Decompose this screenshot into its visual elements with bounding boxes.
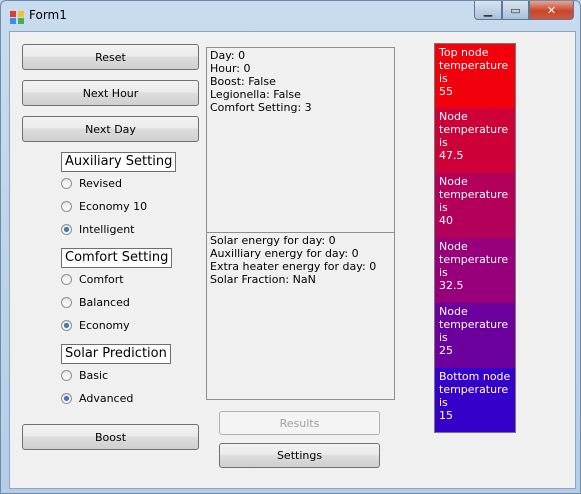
node-label: Bottom node (439, 370, 511, 383)
radio-indicator[interactable] (61, 201, 72, 212)
next-hour-button[interactable]: Next Hour (22, 80, 199, 106)
radio-comfort-economy[interactable]: Economy (61, 319, 130, 332)
node-label: Node (439, 175, 468, 188)
node-label: temperature is (439, 318, 509, 344)
node-label: temperature is (439, 59, 509, 85)
node-temperature: 32.5 (439, 279, 464, 292)
radio-label: Revised (79, 177, 122, 190)
node-label: Node (439, 240, 468, 253)
title-bar[interactable]: Form1 ▁ ▭ ✕ (1, 1, 580, 31)
radio-label: Intelligent (79, 223, 135, 236)
node-label: Top node (439, 46, 489, 59)
radio-auxiliary-intelligent[interactable]: Intelligent (61, 223, 135, 236)
energy-extra-heater: Extra heater energy for day: 0 (210, 260, 377, 273)
node-top: Top node temperature is 55 (434, 43, 516, 108)
radio-indicator-selected[interactable] (61, 393, 72, 404)
energy-solar: Solar energy for day: 0 (210, 234, 336, 247)
results-button[interactable]: Results (219, 411, 380, 435)
status-comfort-setting: Comfort Setting: 3 (210, 101, 312, 114)
radio-label: Basic (79, 369, 109, 382)
minimize-button[interactable]: ▁ (474, 1, 502, 20)
radio-auxiliary-revised[interactable]: Revised (61, 177, 122, 190)
node-3: Node temperature is 40 (434, 173, 516, 238)
radio-indicator[interactable] (61, 370, 72, 381)
node-temperature: 55 (439, 85, 453, 98)
radio-indicator-selected[interactable] (61, 320, 72, 331)
form-client-area: Reset Next Hour Next Day Auxiliary Setti… (9, 31, 576, 489)
radio-indicator-selected[interactable] (61, 224, 72, 235)
radio-label: Balanced (79, 296, 130, 309)
node-label: Node (439, 110, 468, 123)
solar-fraction: Solar Fraction: NaN (210, 273, 316, 286)
maximize-button[interactable]: ▭ (502, 1, 529, 20)
node-temperature: 25 (439, 344, 453, 357)
minimize-icon: ▁ (483, 3, 493, 17)
maximize-icon: ▭ (510, 3, 521, 17)
node-temperature: 47.5 (439, 149, 464, 162)
auxiliary-setting-label: Auxiliary Setting (61, 152, 177, 172)
status-legionella: Legionella: False (210, 88, 301, 101)
reset-button[interactable]: Reset (22, 44, 199, 70)
window-controls: ▁ ▭ ✕ (474, 1, 574, 21)
app-window: Form1 ▁ ▭ ✕ Reset Next Hour Next Day Aux… (0, 0, 581, 494)
close-icon: ✕ (546, 3, 557, 17)
node-label: temperature is (439, 383, 509, 409)
radio-solar-advanced[interactable]: Advanced (61, 392, 133, 405)
status-day: Day: 0 (210, 49, 246, 62)
node-label: temperature is (439, 188, 509, 214)
settings-button[interactable]: Settings (219, 443, 380, 468)
status-hour: Hour: 0 (210, 62, 251, 75)
radio-label: Economy (79, 319, 130, 332)
radio-comfort-balanced[interactable]: Balanced (61, 296, 130, 309)
radio-label: Advanced (79, 392, 134, 405)
status-boost: Boost: False (210, 75, 276, 88)
node-4: Node temperature is 32.5 (434, 238, 516, 303)
boost-button[interactable]: Boost (22, 424, 199, 450)
comfort-setting-label: Comfort Setting (61, 248, 173, 268)
node-temperature: 15 (439, 409, 453, 422)
next-day-button[interactable]: Next Day (22, 116, 199, 142)
node-2: Node temperature is 47.5 (434, 108, 516, 173)
node-label: temperature is (439, 253, 509, 279)
radio-label: Economy 10 (79, 200, 148, 213)
solar-prediction-label: Solar Prediction (61, 344, 171, 364)
radio-auxiliary-economy-10[interactable]: Economy 10 (61, 200, 147, 213)
radio-indicator[interactable] (61, 178, 72, 189)
energy-panel: Solar energy for day: 0 Auxilliary energ… (206, 232, 395, 400)
energy-auxilliary: Auxilliary energy for day: 0 (210, 247, 359, 260)
window-title: Form1 (29, 8, 67, 22)
radio-label: Comfort (79, 273, 124, 286)
status-panel: Day: 0 Hour: 0 Boost: False Legionella: … (206, 47, 395, 233)
node-bottom: Bottom node temperature is 15 (434, 368, 516, 433)
radio-comfort-comfort[interactable]: Comfort (61, 273, 124, 286)
radio-solar-basic[interactable]: Basic (61, 369, 108, 382)
node-label: temperature is (439, 123, 509, 149)
close-button[interactable]: ✕ (529, 1, 574, 20)
node-5: Node temperature is 25 (434, 303, 516, 368)
radio-indicator[interactable] (61, 274, 72, 285)
node-temperature: 40 (439, 214, 453, 227)
node-label: Node (439, 305, 468, 318)
radio-indicator[interactable] (61, 297, 72, 308)
app-icon (10, 11, 24, 24)
